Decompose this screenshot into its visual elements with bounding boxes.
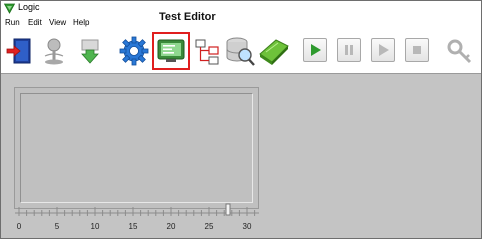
window-title: Logic [18, 2, 40, 12]
ruler-ticks [18, 207, 256, 216]
test-editor-button[interactable] [152, 32, 190, 70]
exit-button[interactable] [3, 34, 37, 68]
key-icon [447, 39, 472, 64]
pause-icon [345, 45, 353, 55]
tree-icon [44, 38, 64, 65]
ruler-label: 0 [17, 222, 22, 231]
pause-button[interactable] [337, 38, 361, 62]
gear-icon [119, 36, 149, 66]
menu-bar: Run Edit View Help [1, 16, 481, 30]
key-button[interactable] [443, 34, 477, 68]
ruler-label: 10 [91, 222, 100, 231]
test-editor-callout: Test Editor [159, 11, 216, 23]
hierarchy-button[interactable] [191, 34, 225, 68]
run-button[interactable] [303, 38, 327, 62]
step-play-icon [379, 44, 389, 56]
app-logo-icon [4, 3, 15, 14]
ruler-label: 25 [205, 222, 214, 231]
tree-button[interactable] [37, 34, 71, 68]
menu-run[interactable]: Run [5, 18, 20, 27]
settings-button[interactable] [117, 34, 151, 68]
gem-button[interactable] [257, 34, 291, 68]
menu-help[interactable]: Help [73, 18, 89, 27]
menu-view[interactable]: View [49, 18, 66, 27]
stop-button[interactable] [405, 38, 429, 62]
step-button[interactable] [371, 38, 395, 62]
editor-canvas[interactable] [14, 87, 259, 209]
slider-thumb[interactable] [225, 203, 231, 216]
ruler-label: 20 [167, 222, 176, 231]
title-bar: Logic [1, 1, 481, 16]
database-search-icon [226, 37, 255, 66]
ruler-labels: 0 5 10 15 20 25 30 [17, 222, 252, 231]
test-editor-icon [157, 39, 185, 62]
ruler-label: 5 [55, 222, 60, 231]
play-icon [311, 44, 321, 56]
gem-icon [259, 39, 289, 65]
exit-door-icon [6, 38, 31, 64]
canvas-inner-panel [20, 93, 253, 203]
hierarchy-icon [195, 39, 219, 65]
toolbar [1, 30, 481, 74]
ruler-label: 15 [129, 222, 138, 231]
stop-icon [413, 46, 421, 54]
ruler-label: 30 [243, 222, 252, 231]
download-icon [81, 39, 99, 64]
download-button[interactable] [73, 34, 107, 68]
timeline-ruler: 0 5 10 15 20 25 30 [15, 203, 259, 231]
app-window: Logic Run Edit View Help Test Editor 0 5… [0, 0, 482, 239]
timeline-slider[interactable] [225, 203, 231, 216]
database-search-button[interactable] [223, 34, 257, 68]
menu-edit[interactable]: Edit [28, 18, 42, 27]
